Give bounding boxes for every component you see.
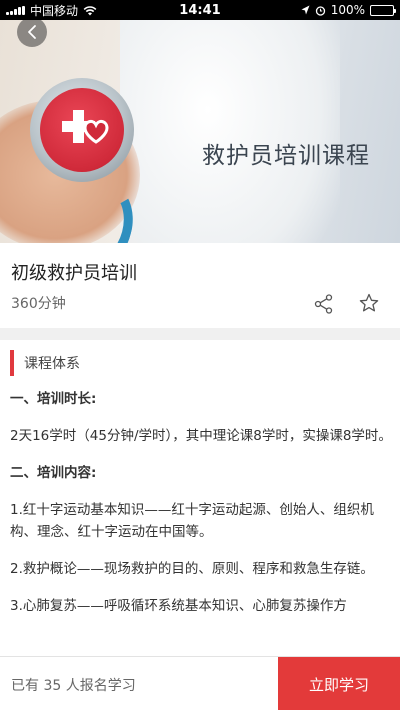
paragraph-heading: 一、培训时长: [10,391,97,407]
course-info: 初级救护员培训 360分钟 [0,243,400,328]
battery-percent: 100% [330,3,365,17]
section-title: 课程体系 [24,356,80,372]
chevron-left-icon [28,25,36,39]
status-right: 100% [301,3,396,17]
paragraph: 2.救护概论——现场救护的目的、原则、程序和救急生存链。 [10,561,374,577]
star-icon [359,293,379,312]
carrier-label: 中国移动 [30,3,79,18]
battery-icon [370,4,396,16]
course-content: 课程体系 一、培训时长: 2天16学时（45分钟/学时），其中理论课8学时，实操… [0,340,400,656]
status-time: 14:41 [179,2,221,18]
location-arrow-icon [301,5,310,15]
section-accent-bar [10,350,14,376]
paragraph: 2天16学时（45分钟/学时），其中理论课8学时，实操课8学时。 [10,428,392,444]
status-left: 中国移动 [6,2,97,19]
course-description: 一、培训时长: 2天16学时（45分钟/学时），其中理论课8学时，实操课8学时。… [10,388,392,632]
course-duration: 360分钟 [11,296,66,312]
paragraph: 1.红十字运动基本知识——红十字运动起源、创始人、组织机构、理念、红十字运动在中… [10,502,374,540]
share-icon [314,294,333,314]
status-bar: 中国移动 14:41 100% [0,0,400,20]
back-button[interactable] [17,17,47,47]
paragraph-heading: 二、培训内容: [10,465,97,481]
wifi-icon [83,5,97,15]
stethoscope-illustration [30,78,134,182]
section-divider [0,328,400,340]
red-cross-heart-icon [62,110,109,144]
course-title: 初级救护员培训 [11,263,137,284]
start-learning-button[interactable]: 立即学习 [278,657,400,710]
signal-icon [6,5,25,15]
banner-title: 救护员培训课程 [202,143,370,169]
section-header: 课程体系 [10,350,80,376]
alarm-clock-icon [315,5,325,16]
paragraph: 3.心肺复苏——呼吸循环系统基本知识、心肺复苏操作方 [10,598,347,614]
enroll-count: 已有 35 人报名学习 [11,678,136,694]
course-banner: 救护员培训课程 [0,20,400,243]
share-button[interactable] [313,293,335,315]
favorite-button[interactable] [358,292,380,314]
bottom-bar: 已有 35 人报名学习 立即学习 [0,656,400,710]
